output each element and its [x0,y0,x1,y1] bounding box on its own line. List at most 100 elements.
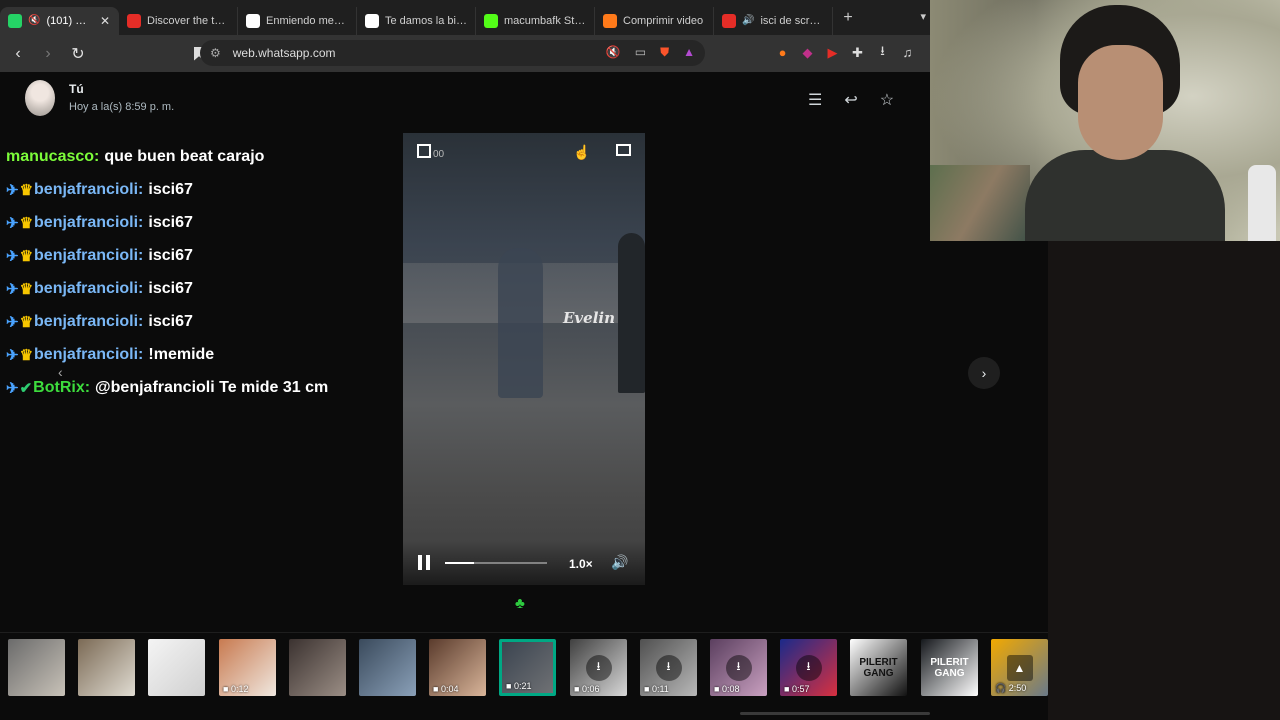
extensions-puzzle-icon[interactable]: ✚ [850,45,865,60]
picture-in-picture-icon[interactable] [616,144,631,156]
chat-message: ✈ ♛ benjafrancioli: isci67 [6,305,406,338]
brave-shield-icon[interactable]: ⛊ [660,45,669,60]
media-thumbnail[interactable]: PILERIT GANG [850,639,907,696]
video-progress-fill [445,562,474,564]
media-thumbnail[interactable] [289,639,346,696]
media-duration-label: ■ 0:06 [574,684,599,694]
browser-tab[interactable]: Enmiendo meaning [238,6,357,35]
media-thumbnail[interactable]: ■ 0:12 [219,639,276,696]
tab-favicon-icon [365,13,379,28]
check-badge-icon: ✔ [19,379,33,397]
address-bar[interactable]: ⚙ web.whatsapp.com 🔇 ▭ ⛊ ▲ [200,40,705,66]
downloads-icon[interactable]: ⭳ [875,43,890,60]
horizontal-scrollbar[interactable] [740,712,930,715]
chat-text: que buen beat carajo [104,147,265,165]
extension-fox-icon[interactable]: ● [775,45,790,60]
clover-icon: ♣ [515,595,525,612]
extension-ublock-icon[interactable]: ◆ [800,45,815,60]
media-duration-label: ■ 0:12 [223,684,248,694]
tab-muted-icon[interactable]: 🔇 [606,45,621,60]
chat-text: isci67 [148,312,193,330]
chat-message: ✈ ♛ benjafrancioli: isci67 [6,239,406,272]
pause-icon[interactable] [417,555,431,570]
media-thumbnail[interactable]: ▲ 🎧 2:50 [991,639,1048,696]
media-controls-icon[interactable]: ♫ [900,45,915,60]
video-camera-icon: ■ [506,681,514,691]
avatar[interactable] [25,80,55,116]
browser-tab[interactable]: macumbafk Stream [476,6,595,35]
media-thumbnail[interactable] [359,639,416,696]
chat-message: manucasco: que buen beat carajo [6,140,406,173]
media-thumbnail[interactable]: ⭳ ■ 0:11 [640,639,697,696]
volume-icon[interactable]: 🔊 [611,554,628,571]
next-media-button[interactable]: › [968,357,1000,389]
sword-badge-icon: ✈ [6,214,19,232]
tab-favicon-icon [484,13,498,28]
download-icon[interactable]: ⭳ [585,654,612,681]
media-thumbnail[interactable]: ■ 0:04 [429,639,486,696]
media-duration: 0:57 [791,684,810,694]
chat-message: ✈ ✔ BotRix: @benjafrancioli Te mide 31 cm [6,371,406,404]
tab-search-chevron-icon[interactable]: ▾ [920,10,926,23]
media-thumbnail[interactable] [78,639,135,696]
sender-name: Tú [69,82,84,96]
media-thumbnail[interactable] [8,639,65,696]
sword-badge-icon: ✈ [6,280,19,298]
media-thumbnail[interactable]: PILERIT GANG [921,639,978,696]
chat-text: !memide [148,345,215,363]
extension-video-icon[interactable]: ▶ [825,45,840,60]
tab-favicon-icon [603,13,617,28]
browser-tab[interactable]: Comprimir video [595,6,714,35]
chat-username: BotRix: [33,378,91,396]
media-duration: 0:12 [230,684,249,694]
tab-audio-icon[interactable]: 🔊 [742,15,754,26]
fullscreen-icon[interactable] [417,144,431,158]
video-player[interactable]: Evelin 00 1.0× 🔊 [403,133,645,585]
download-icon[interactable]: ⭳ [795,654,822,681]
forward-button[interactable]: › [36,45,60,63]
video-controls: 1.0× 🔊 [403,541,645,585]
tab-title: (101) WhatsApp [46,14,93,27]
cast-icon[interactable]: ▭ [635,45,646,60]
media-thumbnail[interactable]: ⭳ ■ 0:08 [710,639,767,696]
thumbnail-logo-text: PILERIT GANG [859,657,898,679]
tab-muted-icon[interactable]: 🔇 [28,15,40,26]
crown-badge-icon: ♛ [19,346,34,364]
browser-tab[interactable]: 🔊 isci de scre gr [714,6,833,35]
back-button[interactable]: ‹ [6,45,30,63]
chat-text: isci67 [148,279,193,297]
download-icon[interactable]: ⭳ [725,654,752,681]
stream-background [1048,241,1280,720]
video-progress-bar[interactable] [445,562,547,564]
reload-button[interactable]: ↻ [66,44,90,64]
media-thumbnail[interactable]: ⭳ ■ 0:57 [780,639,837,696]
playback-speed-button[interactable]: 1.0× [569,557,593,571]
media-thumbnail[interactable]: ⭳ ■ 0:06 [570,639,627,696]
media-duration: 0:08 [721,684,740,694]
media-thumbnail[interactable]: ■ 0:21 [499,639,556,696]
media-duration-label: 🎧 2:50 [995,683,1026,694]
star-icon[interactable]: ☆ [880,90,894,110]
brave-rewards-icon[interactable]: ▲ [683,45,695,60]
tab-title: Discover the top st [147,14,229,27]
new-tab-button[interactable]: + [833,9,863,27]
download-icon[interactable]: ⭳ [655,654,682,681]
site-settings-icon[interactable]: ⚙ [210,46,221,60]
browser-tab[interactable]: Discover the top st [119,6,238,35]
tab-favicon-icon [127,13,141,28]
chat-username: benjafrancioli: [34,246,144,264]
tab-title: Enmiendo meaning [266,14,348,27]
browser-tab[interactable]: 🔇 (101) WhatsApp ✕ [0,6,119,35]
crown-badge-icon: ♛ [19,313,34,331]
tab-favicon-icon [246,13,260,28]
webcam-person-face [1078,45,1163,160]
close-tab-icon[interactable]: ✕ [100,14,110,28]
media-thumbnail[interactable] [148,639,205,696]
chat-username: benjafrancioli: [34,279,144,297]
headphones-icon: 🎧 [995,683,1009,693]
tab-favicon-icon [722,13,736,28]
go-to-message-icon[interactable]: ☰ [808,90,822,110]
media-duration: 0:04 [440,684,459,694]
reply-icon[interactable]: ↩ [844,90,857,110]
browser-tab[interactable]: Te damos la bienv [357,6,476,35]
